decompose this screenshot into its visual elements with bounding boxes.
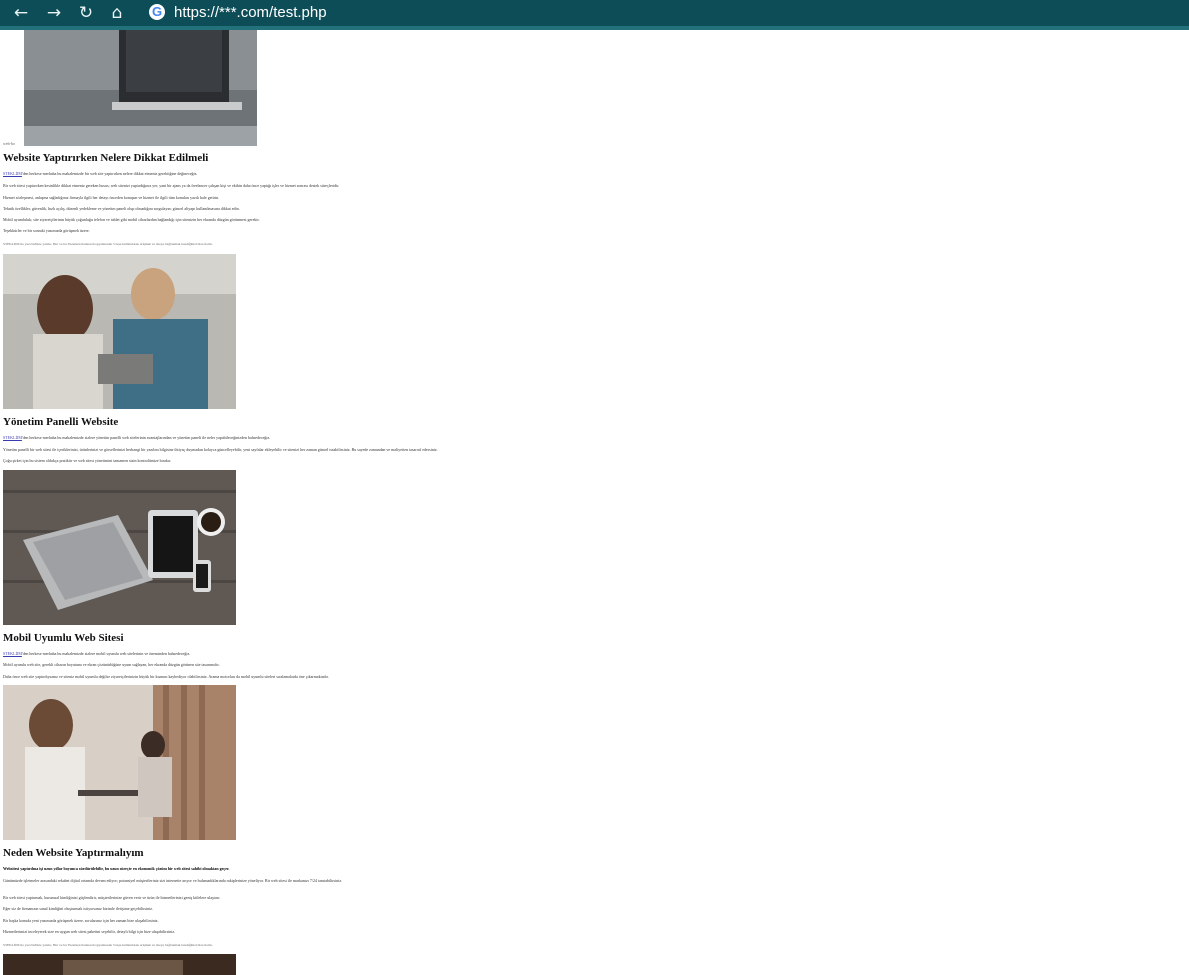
next-article-image [3, 954, 236, 975]
browser-toolbar: ← → ↻ ⌂ G https://***.com/test.php [0, 0, 1189, 30]
home-icon[interactable]: ⌂ [107, 3, 127, 23]
devices-desk-image [3, 470, 236, 625]
paragraph: Çoğu şirket için bu sistem oldukça prati… [3, 458, 172, 463]
paragraph-note: STEKLİJM ile yazı birlikte yazılır. Her … [3, 943, 213, 947]
laptop-desk-image [24, 30, 257, 146]
brand-link[interactable]: STEKLİJM [3, 435, 22, 440]
paragraph: Günümüzde işletmeler arasındaki rekabet … [3, 878, 343, 883]
paragraph: Daha önce web site yaptırdıysanız ve sit… [3, 674, 329, 679]
paragraph: Teşekkürler ve bir sonraki yazımızda gör… [3, 228, 90, 233]
google-icon: G [149, 4, 165, 20]
paragraph: Teknik özellikler, güvenlik, hızlı açılı… [3, 206, 240, 211]
url-text[interactable]: https://***.com/test.php [174, 3, 327, 23]
paragraph: Hizmetlerimizi inceleyerek size en uygun… [3, 929, 176, 934]
people-tablet-image [3, 254, 236, 409]
paragraph: Hizmet sözleşmesi, anlaşma sağladığınız … [3, 195, 220, 200]
section-title: Website Yaptırırken Nelere Dikkat Edilme… [3, 152, 209, 164]
paragraph: Bir başka konuda yeni yazımızda görüşmek… [3, 918, 159, 923]
back-arrow-icon[interactable]: ← [11, 3, 31, 23]
section-title: Neden Website Yaptırmalıyım [3, 847, 144, 859]
paragraph: STEKLİJM'den herkese merhaba bu makalemi… [3, 435, 271, 440]
paragraph: Yönetim panelli bir web sitesi ile içeri… [3, 447, 438, 452]
image-alt-fragment: web-bo [3, 141, 15, 146]
paragraph: Mobil uyumluluk; site ziyaretçilerinin b… [3, 217, 260, 222]
brand-link[interactable]: STEKLİJM [3, 651, 22, 656]
woman-office-image [3, 685, 236, 840]
paragraph-note: STEKLİJM ile yazı birlikte yazılır. Her … [3, 242, 213, 246]
paragraph: STEKLİJM'den herkese merhaba bu makalemi… [3, 651, 191, 656]
paragraph: Websitesi yaptırılma işi uzun yıllar boy… [3, 866, 230, 871]
section-title: Yönetim Panelli Website [3, 416, 119, 428]
reload-icon[interactable]: ↻ [76, 3, 96, 23]
brand-link[interactable]: STEKLİJM [3, 171, 22, 176]
paragraph: Mobil uyumlu web site, gerekli cihazın b… [3, 662, 220, 667]
paragraph: Eğer siz de firmanızın sanal kimliğini o… [3, 906, 154, 911]
paragraph: Bir web sitesi yaptırırken kesinlikle di… [3, 183, 340, 188]
forward-arrow-icon[interactable]: → [44, 3, 64, 23]
section-title: Mobil Uyumlu Web Sitesi [3, 632, 124, 644]
paragraph: Bir web sitesi yaptırmak, kurumsal kimli… [3, 895, 221, 900]
paragraph: STEKLİJM'den herkese merhaba bu makalemi… [3, 171, 198, 176]
